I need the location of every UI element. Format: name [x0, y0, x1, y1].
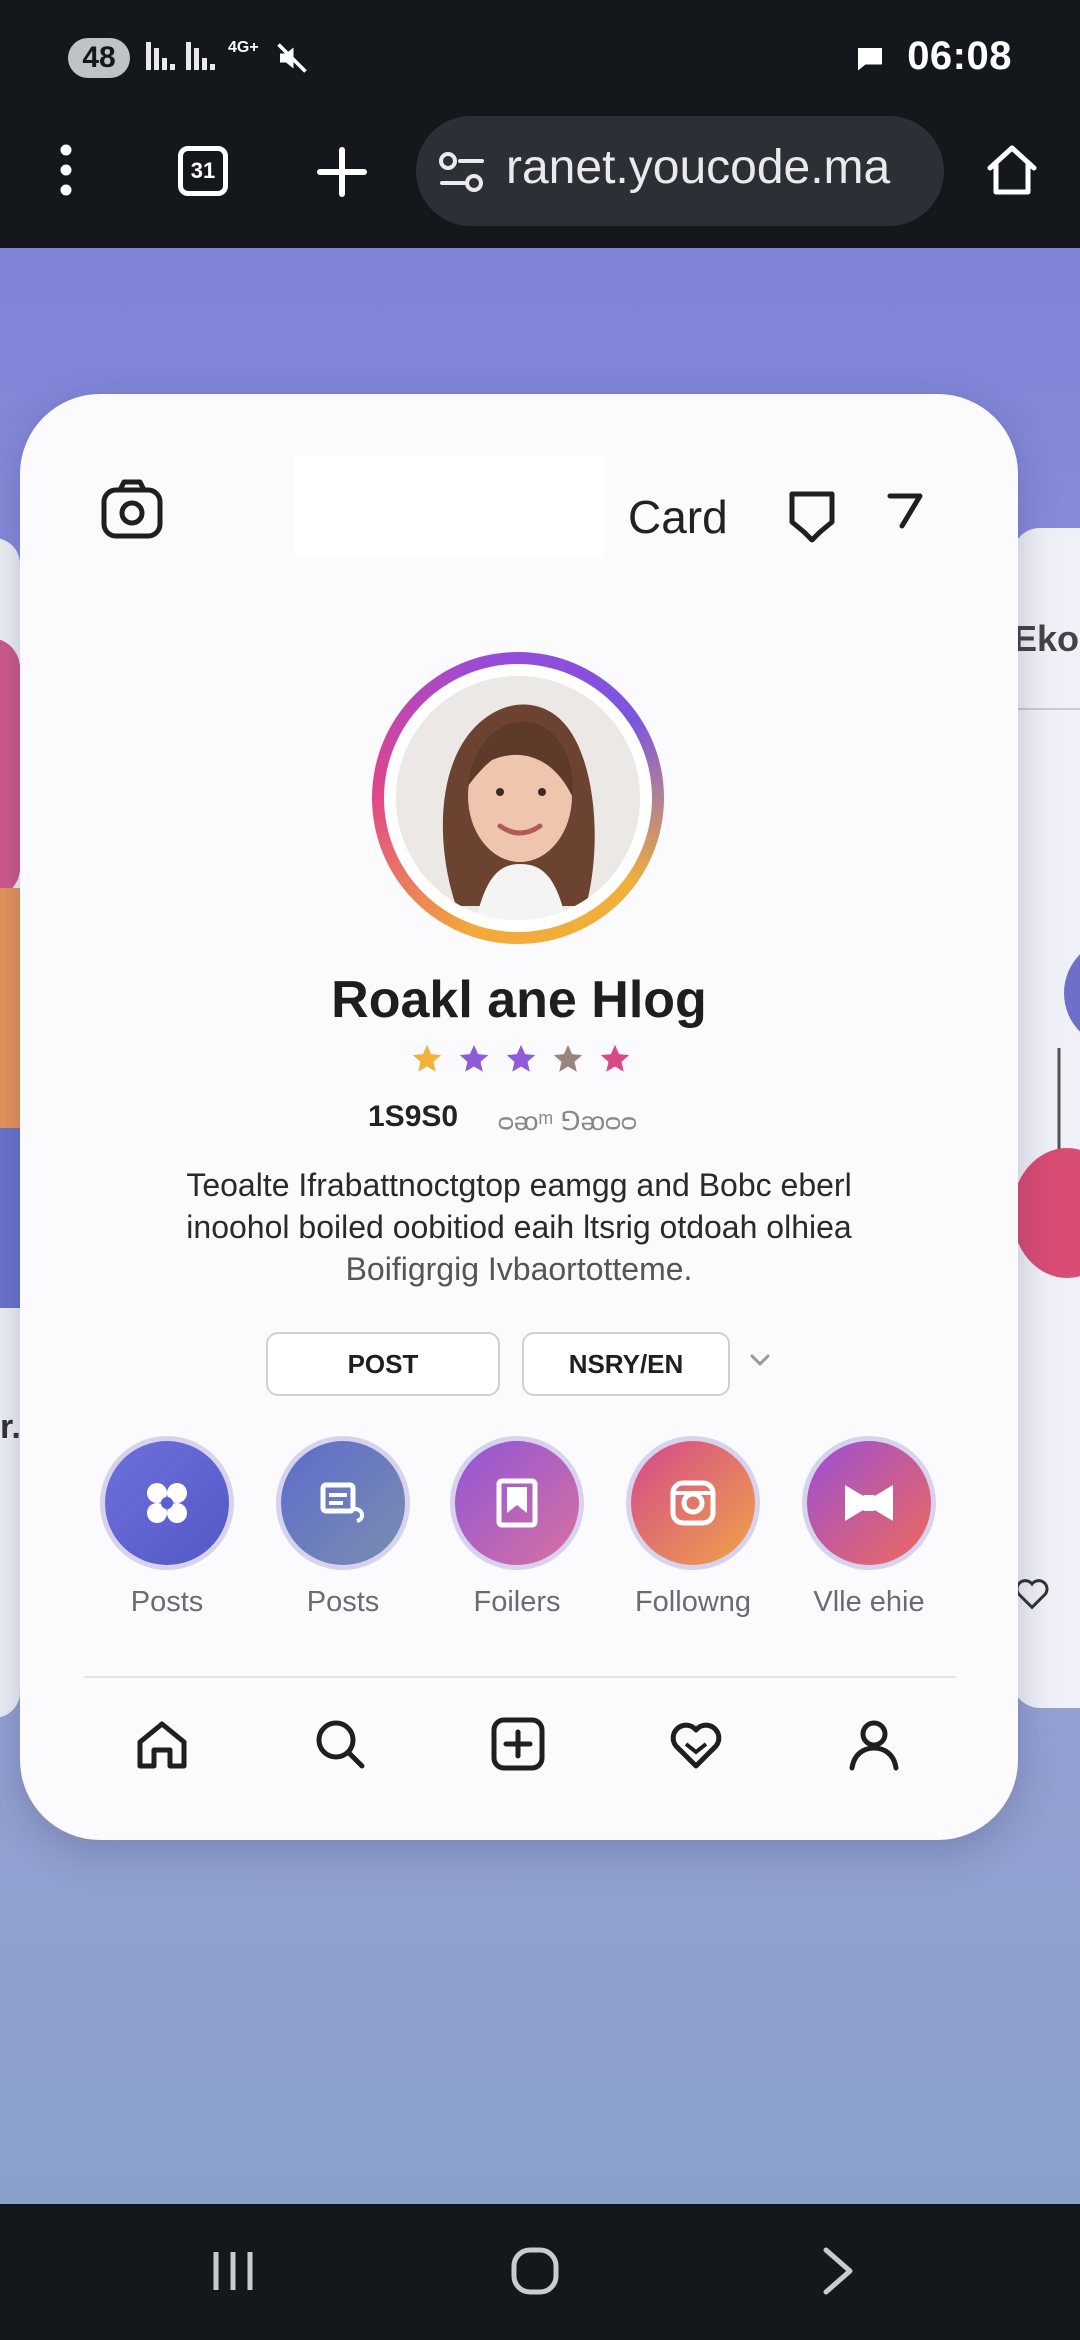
new-tab-icon[interactable]: [316, 146, 368, 198]
side-card-right-fragment: Eko: [1013, 618, 1080, 659]
nav-add-icon[interactable]: [490, 1716, 546, 1772]
side-card-right-divider: [1012, 708, 1080, 710]
highlight-label: Foilers: [473, 1586, 561, 1618]
nav-profile-icon[interactable]: [846, 1716, 902, 1772]
bookmark-icon: [496, 1478, 538, 1528]
card-divider: [84, 1676, 956, 1678]
post-button[interactable]: POST: [266, 1332, 500, 1396]
avatar[interactable]: [372, 652, 664, 944]
chat-notification-icon: [858, 48, 882, 71]
header-blank: [294, 456, 604, 556]
camera-icon[interactable]: [100, 478, 164, 542]
side-card-left-shape-blue: [0, 1128, 20, 1308]
profile-bio: Teoalte Ifrabattnoctgtop eamgg and Bobc …: [100, 1164, 938, 1290]
chevron-down-icon[interactable]: [748, 1352, 772, 1368]
instagram-icon: [670, 1480, 716, 1526]
highlight-posts[interactable]: Posts: [100, 1436, 234, 1619]
stat-value: 1S9S0: [368, 1100, 459, 1133]
star-icon: [459, 1044, 489, 1072]
side-card-right: [1012, 528, 1080, 1708]
status-bar: 48 4G+ 06:08: [0, 0, 1080, 120]
side-card-left-shape-pink: [0, 638, 20, 898]
clover-icon: [147, 1483, 187, 1523]
home-icon[interactable]: [984, 142, 1040, 198]
profile-name: Roakl ane Hlog: [331, 971, 707, 1029]
highlight-label: Posts: [306, 1586, 380, 1618]
highlight-label: Posts: [130, 1586, 204, 1618]
side-card-right-connector: [1057, 1048, 1061, 1158]
network-type: 4G+: [228, 39, 259, 56]
nav-heart-icon[interactable]: [668, 1716, 724, 1772]
nav-home-icon[interactable]: [134, 1716, 190, 1772]
secondary-button[interactable]: NSRY/EN: [522, 1332, 730, 1396]
signal-icon-2: [186, 42, 215, 70]
highlight-posts-2[interactable]: Posts: [276, 1436, 410, 1619]
home-button-icon[interactable]: [510, 2246, 560, 2296]
bow-icon: [845, 1485, 893, 1521]
system-navigation-bar: [0, 2204, 1080, 2340]
document-icon: [320, 1482, 364, 1523]
card-header-title: Card: [628, 491, 728, 543]
back-icon[interactable]: [818, 2246, 858, 2296]
clock: 06:08: [907, 34, 1012, 78]
share-icon[interactable]: [886, 490, 926, 530]
bio-line: Teoalte Ifrabattnoctgtop eamgg and Bobc …: [186, 1167, 852, 1203]
highlight-foilers[interactable]: Foilers: [450, 1436, 584, 1619]
highlight-following[interactable]: Followng: [626, 1436, 760, 1619]
profile-card: Card Roakl ane Hlog 1S9S0 ᴑᴔᵐ ⅁ᴔᴑᴑ Teoal…: [20, 394, 1018, 1840]
star-icon: [553, 1044, 583, 1072]
address-bar[interactable]: ranet.youcode.ma: [416, 116, 944, 226]
menu-icon[interactable]: [56, 144, 76, 196]
url-text: ranet.youcode.ma: [506, 141, 891, 194]
mute-icon: [277, 43, 307, 73]
side-card-left-fragment: r.: [0, 1408, 21, 1446]
highlight-label: Vlle ehie: [813, 1586, 925, 1618]
nav-search-icon[interactable]: [312, 1716, 368, 1772]
side-card-left-shape-orange: [0, 888, 20, 1138]
highlight-vlle-ehie[interactable]: Vlle ehie: [802, 1436, 936, 1619]
bio-line: Boifigrgig Ivbaortotteme.: [345, 1251, 693, 1287]
site-settings-icon[interactable]: [438, 150, 486, 194]
page-content: r. Eko Card Roakl ane Hlog 1S9S0 ᴑᴔᵐ ⅁ᴔᴑ…: [0, 248, 1080, 2204]
battery-indicator: 48: [68, 38, 130, 78]
heart-icon[interactable]: [786, 488, 838, 544]
star-icon: [412, 1044, 442, 1072]
bio-line: inoohol boiled oobitiod eaih ltsrig otdo…: [186, 1209, 852, 1245]
recent-apps-icon[interactable]: [210, 2248, 256, 2294]
highlight-label: Followng: [634, 1586, 752, 1618]
side-card-right-heart-icon: [1015, 1579, 1049, 1610]
rating-stars: [410, 1042, 632, 1076]
star-icon: [600, 1044, 630, 1072]
tab-switcher-button[interactable]: 31: [178, 146, 228, 196]
signal-icon: [146, 42, 175, 70]
star-icon: [506, 1044, 536, 1072]
stat-subtext: ᴑᴔᵐ ⅁ᴔᴑᴑ: [498, 1106, 637, 1136]
profile-photo: [396, 676, 640, 920]
